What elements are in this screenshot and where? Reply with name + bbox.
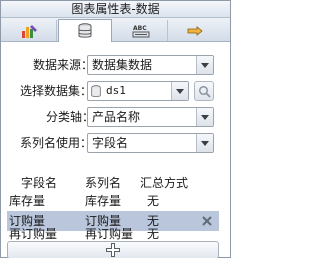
series-name-label: 系列名使用： [20,136,93,150]
dataset-label: 选择数据集： [20,84,93,98]
field-cell: 再订购量 [9,227,58,241]
data-source-label: 数据来源： [33,58,94,72]
series-name-value: 字段名 [92,136,129,150]
table-row[interactable]: 库存量 库存量 无 [7,191,219,211]
dataset-select[interactable]: ds1 [87,81,189,101]
tab-data[interactable] [58,19,112,42]
series-cell: 再订购量 [85,227,134,241]
plus-icon-inner-v [112,244,114,256]
field-cell: 库存量 [9,194,46,208]
data-source-value: 数据集数据 [92,58,153,72]
database-icon [78,23,92,38]
category-axis-select[interactable]: 产品名称 [87,107,214,127]
add-row-button[interactable] [7,241,219,258]
column-header-series: 系列名 [85,176,122,190]
data-source-select[interactable]: 数据集数据 [87,55,214,75]
delete-row-icon[interactable] [201,215,213,227]
tab-interaction[interactable] [169,20,223,41]
dataset-value: ds1 [106,84,126,97]
tab-chart-style[interactable] [3,20,57,41]
chevron-down-icon[interactable] [196,134,213,152]
svg-text:ABC: ABC [133,25,147,32]
grid-header: 字段名 系列名 汇总方式 [7,176,217,191]
agg-cell: 无 [147,227,160,241]
chart-style-icon [21,24,37,38]
series-name-select[interactable]: 字段名 [87,133,214,153]
category-axis-value: 产品名称 [92,110,141,124]
search-icon [198,85,211,98]
dataset-db-icon [91,85,101,97]
tab-bar: ABC [1,18,230,42]
chevron-down-icon[interactable] [196,108,213,126]
agg-cell: 无 [147,194,160,208]
chevron-down-icon[interactable] [196,56,213,74]
chevron-down-icon[interactable] [171,82,188,100]
column-header-field: 字段名 [21,176,58,190]
dataset-search-button[interactable] [194,81,214,101]
panel-title: 图表属性表-数据 [1,1,230,18]
tab-text[interactable]: ABC [114,20,168,41]
table-row[interactable]: 再订购量 再订购量 无 [7,227,219,241]
hand-pointer-icon [187,25,203,36]
chart-properties-panel: 图表属性表-数据 ABC 数据来源： 数据集数据 选择数据集： ds1 分类轴：… [0,0,231,258]
text-abc-icon: ABC [132,25,149,37]
column-header-agg: 汇总方式 [140,176,189,190]
series-cell: 库存量 [85,194,122,208]
